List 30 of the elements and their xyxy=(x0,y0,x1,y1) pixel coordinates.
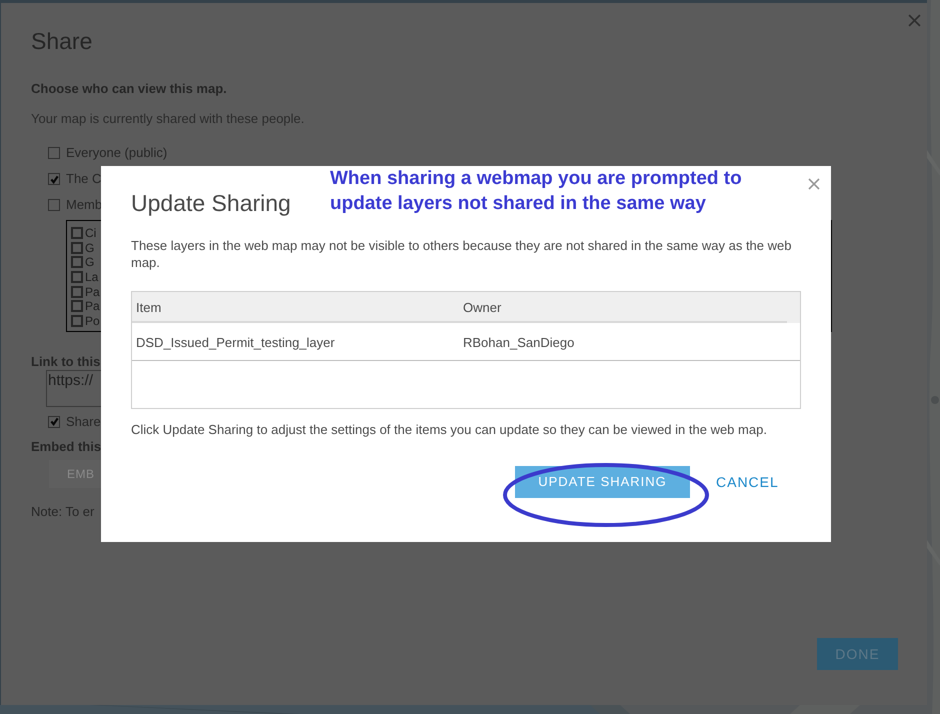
message-text: These layers in the web map may not be visible to others because they are not shared in the same way as the web map. xyxy=(131,237,792,271)
table-cell-text: DSD_Issued_Permit_testing_layer xyxy=(135,334,336,352)
group-label[interactable]: G xyxy=(85,255,94,270)
update-sharing-button[interactable]: UPDATE SHARING xyxy=(515,466,690,498)
annotation-text: When sharing a webmap you are prompted to update layers not shared in the same way xyxy=(330,167,743,216)
table-cell-text: RBohan_SanDiego xyxy=(462,334,576,352)
group-label[interactable]: Po xyxy=(85,314,100,328)
group-label[interactable]: Pa xyxy=(85,299,100,314)
dialog-title: Update Sharing xyxy=(131,189,291,218)
checkbox[interactable] xyxy=(71,242,83,254)
checkbox[interactable] xyxy=(71,286,83,298)
column-header: Owner xyxy=(462,299,502,317)
checkbox[interactable] xyxy=(71,314,83,327)
checkbox[interactable] xyxy=(48,173,60,185)
checkbox[interactable] xyxy=(71,271,83,284)
close-icon[interactable] xyxy=(908,14,921,27)
group-label[interactable]: La xyxy=(85,270,98,284)
close-icon[interactable] xyxy=(808,178,820,190)
cancel-link[interactable]: CANCEL xyxy=(716,472,779,492)
checkbox[interactable] xyxy=(71,227,83,240)
group-label[interactable]: Ci xyxy=(85,226,96,240)
column-header: Item xyxy=(135,299,162,317)
checkbox[interactable] xyxy=(71,300,83,312)
checkbox[interactable] xyxy=(48,416,60,428)
group-label[interactable]: Pa xyxy=(85,284,100,299)
checkbox[interactable] xyxy=(71,256,83,268)
group-label[interactable]: G xyxy=(85,240,94,255)
checkbox[interactable] xyxy=(48,147,60,159)
checkbox[interactable] xyxy=(48,199,60,211)
instruction-text: Click Update Sharing to adjust the settings of the items you can update so they can be viewed in the web map. xyxy=(131,421,768,438)
